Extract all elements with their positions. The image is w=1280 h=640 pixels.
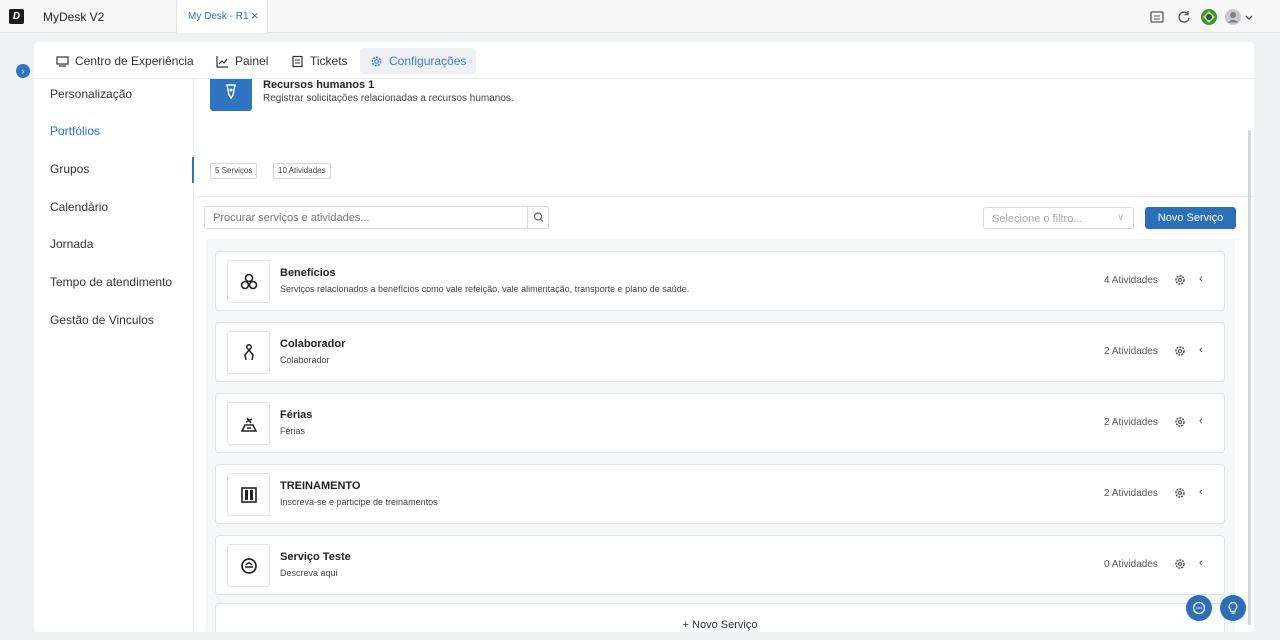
app-title: MyDesk V2 <box>43 10 105 24</box>
chart-icon <box>216 55 228 68</box>
search-box <box>204 206 549 229</box>
ticket-icon <box>292 55 303 67</box>
sidebar-item-jornada[interactable]: Jornada <box>50 237 93 251</box>
sidebar-item-personalizacao[interactable]: Personalização <box>50 87 132 101</box>
chevron-left-icon[interactable]: ‹ <box>1199 273 1203 285</box>
filter-select[interactable]: Selecione o filtro... ∨ <box>983 207 1134 229</box>
gear-icon <box>371 56 382 66</box>
sidebar-item-calendario[interactable]: Calendário <box>50 200 108 214</box>
chat-button[interactable] <box>1186 595 1212 621</box>
portfolio-content: Recursos humanos 1 Registrar solicitaçõe… <box>195 79 1254 632</box>
nav-label: Painel <box>235 54 269 68</box>
title-bar: D MyDesk V2 My Desk - R1 × <box>0 0 1280 33</box>
benefits-icon <box>227 260 270 303</box>
tab-mydesk[interactable]: My Desk - R1 × <box>176 0 268 33</box>
service-description: Descreva aqui <box>280 568 338 578</box>
app-logo: D <box>9 9 24 24</box>
service-row[interactable]: Férias Férias 2 Atividades ‹ <box>215 393 1225 453</box>
activities-count: 0 Atividades <box>1104 559 1158 570</box>
services-count-chip: 5 Serviços <box>210 163 258 179</box>
sidebar-item-tempo-atendimento[interactable]: Tempo de atendimento <box>50 275 172 289</box>
calendar-icon[interactable] <box>1148 8 1166 26</box>
refresh-icon[interactable] <box>1175 8 1193 26</box>
service-row[interactable]: Colaborador Colaborador 2 Atividades ‹ <box>215 322 1225 382</box>
service-description: Serviços relacionados a benefícios como … <box>280 284 690 294</box>
vacation-icon <box>227 402 270 445</box>
nav-configuracoes[interactable]: Configurações <box>360 48 477 74</box>
chevron-left-icon[interactable]: ‹ <box>1199 344 1203 356</box>
gear-icon[interactable] <box>1174 558 1186 570</box>
nav-painel[interactable]: Painel <box>206 48 278 74</box>
portfolio-hr-icon <box>210 79 252 111</box>
chevron-left-icon[interactable]: ‹ <box>1199 557 1203 569</box>
tab-label: My Desk - R1 <box>188 11 249 22</box>
scrollbar[interactable] <box>1248 130 1251 625</box>
search-input[interactable] <box>205 207 527 228</box>
services-list: Benefícios Serviços relacionados a benef… <box>206 239 1235 632</box>
service-title: Benefícios <box>280 267 336 279</box>
nav-label: Configurações <box>389 54 467 68</box>
training-icon <box>227 473 270 516</box>
service-description: Inscreva-se e participe de treinamentos <box>280 497 438 507</box>
service-description: Férias <box>280 426 306 436</box>
service-title: Colaborador <box>280 338 346 350</box>
monitor-icon <box>56 55 69 67</box>
avatar-icon[interactable] <box>1224 8 1242 26</box>
search-icon <box>533 212 544 222</box>
gear-icon[interactable] <box>1174 416 1186 428</box>
sidebar-item-portfolios[interactable]: Portfólios <box>50 124 100 138</box>
nav-centro-experiencia[interactable]: Centro de Experiência <box>46 48 204 74</box>
close-icon[interactable]: × <box>251 8 259 23</box>
add-service-button[interactable]: + Novo Serviço <box>215 603 1225 632</box>
flag-brazil-icon[interactable] <box>1200 8 1218 26</box>
filter-placeholder: Selecione o filtro... <box>992 213 1083 225</box>
nav-tickets[interactable]: Tickets <box>281 48 358 74</box>
new-service-button[interactable]: Novo Serviço <box>1145 207 1236 229</box>
settings-sidebar: Personalização Portfólios Grupos Calendá… <box>34 79 194 632</box>
service-title: Férias <box>280 409 313 421</box>
activities-count: 2 Atividades <box>1104 417 1158 428</box>
service-row[interactable]: TREINAMENTO Inscreva-se e participe de t… <box>215 464 1225 524</box>
service-icon <box>227 544 270 587</box>
service-title: Serviço Teste <box>280 551 351 563</box>
gear-icon[interactable] <box>1174 487 1186 499</box>
sidebar-toggle-button[interactable]: › <box>16 64 30 78</box>
sidebar-item-grupos[interactable]: Grupos <box>50 162 89 176</box>
person-icon <box>227 331 270 374</box>
tips-button[interactable] <box>1220 595 1246 621</box>
sidebar-item-gestao-vinculos[interactable]: Gestão de Vinculos <box>50 313 154 327</box>
divider <box>195 196 1254 197</box>
chevron-left-icon[interactable]: ‹ <box>1199 486 1203 498</box>
chevron-left-icon[interactable]: ‹ <box>1199 415 1203 427</box>
top-nav: Centro de Experiência Painel Tickets Con… <box>34 42 1254 79</box>
service-title: TREINAMENTO <box>280 480 361 492</box>
service-row[interactable]: Serviço Teste Descreva aqui 0 Atividades… <box>215 535 1225 595</box>
nav-label: Centro de Experiência <box>75 54 194 68</box>
activities-count-chip: 10 Atividades <box>273 163 331 179</box>
chat-icon <box>1192 601 1206 615</box>
chevron-down-icon: ∨ <box>1117 212 1125 223</box>
portfolio-name: Recursos humanos 1 <box>263 79 375 91</box>
portfolio-description: Registrar solicitações relacionadas a re… <box>263 93 514 104</box>
active-indicator <box>192 157 194 183</box>
search-button[interactable] <box>527 207 549 228</box>
activities-count: 4 Atividades <box>1104 275 1158 286</box>
gear-icon[interactable] <box>1174 345 1186 357</box>
activities-count: 2 Atividades <box>1104 488 1158 499</box>
main-card: Centro de Experiência Painel Tickets Con… <box>34 42 1254 632</box>
service-description: Colaborador <box>280 355 330 365</box>
activities-count: 2 Atividades <box>1104 346 1158 357</box>
gear-icon[interactable] <box>1174 274 1186 286</box>
service-row[interactable]: Benefícios Serviços relacionados a benef… <box>215 251 1225 311</box>
nav-label: Tickets <box>310 54 348 68</box>
lightbulb-icon <box>1228 601 1238 614</box>
chevron-down-icon[interactable] <box>1244 8 1254 26</box>
